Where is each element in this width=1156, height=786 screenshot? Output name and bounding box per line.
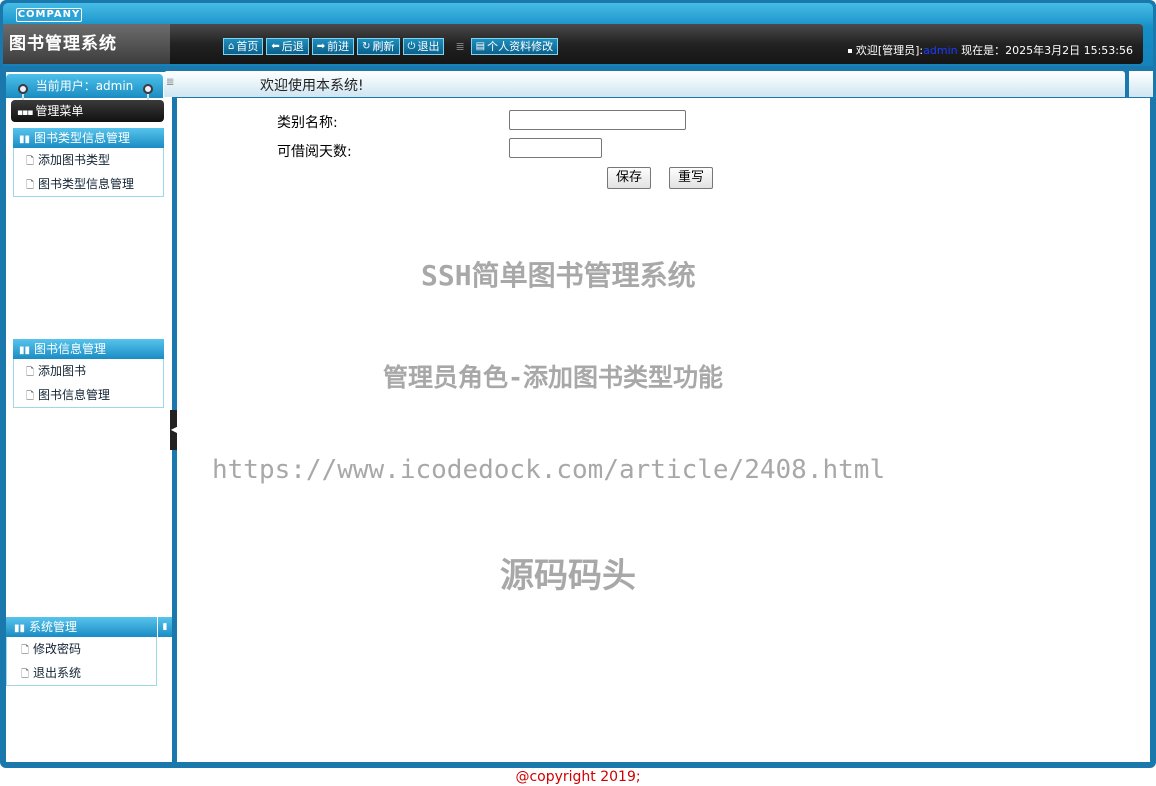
welcome-prefix: 欢迎[管理员]: bbox=[855, 44, 924, 57]
sidebar: 当前用户：admin ▪▪▪ 管理菜单 ▮▮ 图书类型信息管理 🗋 添加图书类型 🗋 图… bbox=[6, 72, 172, 762]
menu-group-system: ▮▮ 系统管理 🗋 修改密码 🗋 退出系统 bbox=[6, 617, 157, 686]
sidebar-item-book-type-manage[interactable]: 🗋 图书类型信息管理 bbox=[14, 172, 163, 196]
footer-copyright: @copyright 2019; bbox=[515, 769, 641, 785]
document-icon: 🗋 bbox=[21, 645, 30, 656]
edit-profile-button[interactable]: ▤ 个人资料修改 bbox=[470, 37, 559, 55]
pin-icon bbox=[18, 84, 28, 102]
grip-icon: ≣ bbox=[166, 77, 175, 88]
sidebar-item-label: 图书类型信息管理 bbox=[38, 177, 135, 191]
title-bar: 图书管理系统 ⌂ 首页 ⬅ 后退 ➡ 前进 ↻ 刷新 ⏻ 退出 ≣ ▤ 个人资料修改 欢迎[… bbox=[3, 24, 1143, 64]
sidebar-item-add-book-type[interactable]: 🗋 添加图书类型 bbox=[14, 148, 163, 172]
bullet-icon bbox=[847, 49, 852, 53]
sidebar-item-add-book[interactable]: 🗋 添加图书 bbox=[14, 359, 163, 383]
borrow-days-label: 可借阅天数: bbox=[277, 144, 352, 160]
document-icon: 🗋 bbox=[26, 367, 35, 378]
welcome-bar-end bbox=[1129, 71, 1153, 97]
save-button[interactable]: 保存 bbox=[607, 167, 652, 189]
toolbar: ⌂ 首页 ⬅ 后退 ➡ 前进 ↻ 刷新 ⏻ 退出 ≣ ▤ 个人资料修改 bbox=[223, 37, 561, 55]
refresh-label: 刷新 bbox=[372, 39, 395, 53]
book-icon: ▮▮ bbox=[19, 134, 31, 145]
book-icon: ▮ bbox=[158, 617, 172, 637]
header: COMPANY 图书管理系统 ⌂ 首页 ⬅ 后退 ➡ 前进 ↻ 刷新 ⏻ 退出 ≣ ▤ 个人… bbox=[3, 3, 1153, 66]
grid-icon: ▪▪▪ bbox=[17, 108, 33, 118]
sidebar-item-label: 添加图书类型 bbox=[38, 153, 111, 167]
logout-button[interactable]: ⏻ 退出 bbox=[402, 37, 445, 55]
sidebar-item-exit-system[interactable]: 🗋 退出系统 bbox=[7, 661, 156, 685]
sidebar-item-label: 图书信息管理 bbox=[38, 388, 111, 402]
watermark-title: SSH简单图书管理系统 bbox=[421, 259, 696, 292]
book-icon: ▮▮ bbox=[14, 623, 26, 634]
current-time: 现在是：2025年3月2日 15:53:56 bbox=[957, 44, 1133, 57]
forward-label: 前进 bbox=[327, 39, 350, 53]
menu-header: ▪▪▪ 管理菜单 bbox=[11, 100, 164, 122]
home-button[interactable]: ⌂ 首页 bbox=[223, 37, 264, 55]
sidebar-item-change-password[interactable]: 🗋 修改密码 bbox=[7, 637, 156, 661]
username: admin bbox=[923, 44, 958, 57]
company-logo: COMPANY bbox=[16, 8, 82, 22]
watermark-brand: 源码码头 bbox=[500, 556, 636, 596]
refresh-icon: ↻ bbox=[362, 40, 371, 52]
sidebar-item-book-manage[interactable]: 🗋 图书信息管理 bbox=[14, 383, 163, 407]
home-label: 首页 bbox=[236, 39, 259, 53]
arrow-right-icon: ➡ bbox=[316, 40, 326, 52]
category-name-input[interactable] bbox=[509, 110, 686, 130]
main-content: 类别名称: 可借阅天数: 保存 重写 SSH简单图书管理系统 管理员角色-添加图… bbox=[177, 98, 1150, 762]
group-title[interactable]: ▮▮ 图书信息管理 bbox=[13, 339, 164, 359]
current-user: 当前用户：admin bbox=[6, 74, 163, 98]
reset-button[interactable]: 重写 bbox=[669, 167, 714, 189]
home-icon: ⌂ bbox=[228, 40, 235, 52]
group-title-label: 图书类型信息管理 bbox=[34, 131, 131, 145]
watermark-url: https://www.icodedock.com/article/2408.h… bbox=[212, 455, 886, 485]
book-icon: ▮▮ bbox=[19, 345, 31, 356]
sidebar-item-label: 添加图书 bbox=[38, 364, 87, 378]
group-title[interactable]: ▮▮ 图书类型信息管理 bbox=[13, 128, 164, 148]
menu-group-books: ▮▮ 图书信息管理 🗋 添加图书 🗋 图书信息管理 bbox=[13, 339, 164, 408]
welcome-text: 欢迎使用本系统! bbox=[260, 78, 364, 94]
edit-profile-label: 个人资料修改 bbox=[487, 39, 554, 53]
app-title: 图书管理系统 bbox=[3, 24, 170, 64]
document-icon: 🗋 bbox=[26, 156, 35, 167]
logout-label: 退出 bbox=[417, 39, 440, 53]
document-icon: 🗋 bbox=[26, 391, 35, 402]
welcome-bar: ≣ 欢迎使用本系统! bbox=[164, 71, 1125, 97]
forward-button[interactable]: ➡ 前进 bbox=[311, 37, 355, 55]
menu-title: 管理菜单 bbox=[35, 104, 84, 118]
group-title[interactable]: ▮▮ 系统管理 bbox=[6, 617, 157, 637]
back-button[interactable]: ⬅ 后退 bbox=[266, 37, 309, 55]
sidebar-item-label: 退出系统 bbox=[33, 666, 82, 680]
status-text: 欢迎[管理员]:admin 现在是：2025年3月2日 15:53:56 bbox=[847, 42, 1133, 58]
category-name-label: 类别名称: bbox=[277, 115, 338, 131]
back-label: 后退 bbox=[281, 39, 304, 53]
group-title-label: 图书信息管理 bbox=[34, 342, 107, 356]
watermark-subtitle: 管理员角色-添加图书类型功能 bbox=[383, 363, 724, 392]
pin-icon bbox=[143, 84, 153, 102]
profile-icon: ▤ bbox=[475, 40, 486, 52]
group-title-label: 系统管理 bbox=[29, 620, 78, 634]
power-icon: ⏻ bbox=[407, 40, 416, 52]
menu-group-book-types: ▮▮ 图书类型信息管理 🗋 添加图书类型 🗋 图书类型信息管理 bbox=[13, 128, 164, 197]
sidebar-item-label: 修改密码 bbox=[33, 642, 82, 656]
arrow-left-icon: ⬅ bbox=[271, 40, 280, 52]
toolbar-separator-icon: ≣ bbox=[455, 39, 465, 53]
document-icon: 🗋 bbox=[21, 669, 30, 680]
borrow-days-input[interactable] bbox=[509, 138, 602, 158]
refresh-button[interactable]: ↻ 刷新 bbox=[357, 37, 400, 55]
document-icon: 🗋 bbox=[26, 180, 35, 191]
